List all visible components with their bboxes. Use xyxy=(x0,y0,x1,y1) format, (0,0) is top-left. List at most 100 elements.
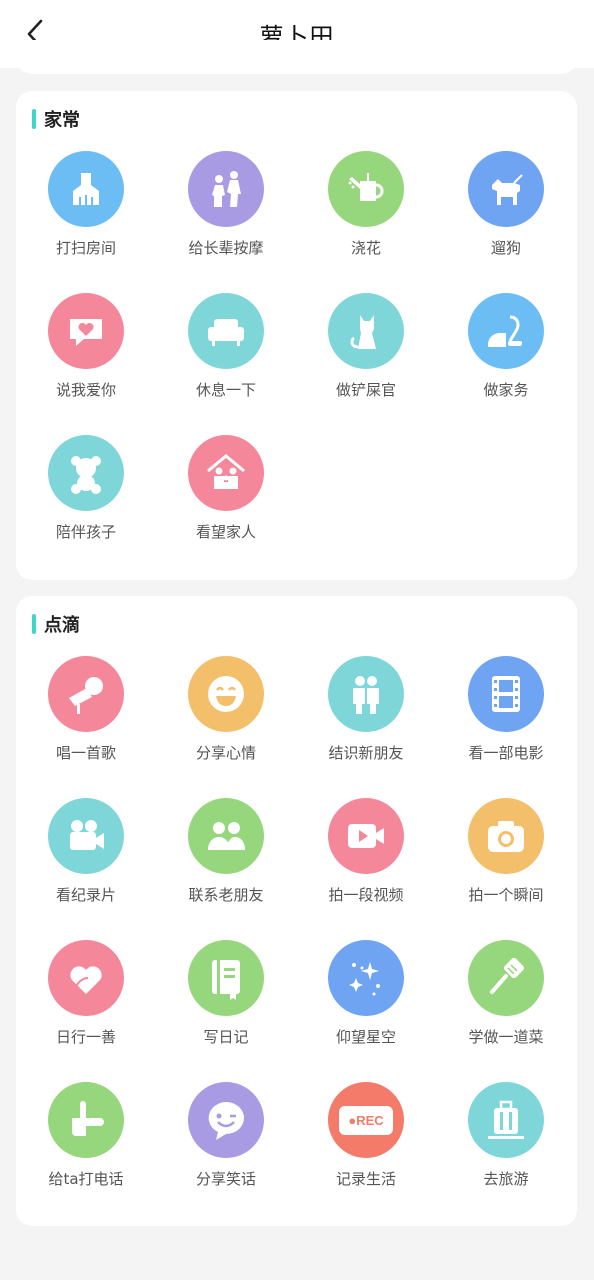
vacuum-icon xyxy=(488,315,522,347)
activity-icon-circle xyxy=(188,798,264,874)
activity-icon-circle xyxy=(468,1082,544,1158)
activity-label: 写日记 xyxy=(203,1028,249,1046)
section-accent-bar xyxy=(32,614,36,634)
activity-item[interactable]: 分享心情 xyxy=(156,656,296,798)
activity-icon-circle xyxy=(188,656,264,732)
activity-icon-circle xyxy=(48,435,124,511)
activity-icon-circle xyxy=(188,1082,264,1158)
activity-item[interactable]: 浇花 xyxy=(296,151,436,293)
activity-icon-circle xyxy=(48,293,124,369)
activity-icon-circle xyxy=(468,293,544,369)
watering-can-icon xyxy=(348,173,384,201)
activity-label: 仰望星空 xyxy=(335,1028,396,1046)
activity-item[interactable]: 拍一个瞬间 xyxy=(436,798,576,940)
activity-label: 分享心情 xyxy=(195,744,256,762)
activity-item[interactable]: ●REC 记录生活 xyxy=(296,1082,436,1224)
activity-label: 看望家人 xyxy=(195,523,256,541)
people-icon xyxy=(208,822,245,850)
activity-label: 去旅游 xyxy=(483,1170,529,1188)
activity-label: 日行一善 xyxy=(55,1028,116,1046)
section-title: 家常 xyxy=(32,107,80,131)
smile-icon xyxy=(208,676,244,712)
microphone-icon xyxy=(69,677,103,714)
activity-label: 看一部电影 xyxy=(468,744,544,762)
activity-label: 唱一首歌 xyxy=(55,744,116,762)
activity-item[interactable]: 打扫房间 xyxy=(16,151,156,293)
activity-label: 休息一下 xyxy=(195,381,256,399)
activity-item[interactable]: 唱一首歌 xyxy=(16,656,156,798)
section-title-text: 点滴 xyxy=(44,615,80,636)
activity-icon-circle xyxy=(468,940,544,1016)
activity-item[interactable]: 联系老朋友 xyxy=(156,798,296,940)
section-accent-bar xyxy=(32,109,36,129)
cat-icon xyxy=(350,315,376,349)
film-icon xyxy=(492,676,520,712)
section-title: 点滴 xyxy=(32,612,80,636)
activity-icon-circle: ●REC xyxy=(328,1082,404,1158)
activity-label: 给ta打电话 xyxy=(48,1170,124,1188)
activity-icon-circle xyxy=(468,656,544,732)
activity-grid: 打扫房间 给长辈按摩 浇花 遛狗说我爱你 休息一下 做铲屎官 做家务陪伴孩子 看望家人 xyxy=(16,151,577,577)
activity-item[interactable]: 给长辈按摩 xyxy=(156,151,296,293)
activity-item[interactable]: 学做一道菜 xyxy=(436,940,576,1082)
activity-icon-circle xyxy=(188,151,264,227)
teddy-bear-icon xyxy=(71,456,101,494)
activity-label: 打扫房间 xyxy=(55,239,116,257)
section-card-home: 家常 打扫房间 给长辈按摩 浇花 遛狗说我爱你 休息一下 做铲屎官 做家务陪伴孩子 看望家人 xyxy=(16,91,577,580)
activity-item[interactable]: 给ta打电话 xyxy=(16,1082,156,1224)
activity-item[interactable]: 写日记 xyxy=(156,940,296,1082)
activity-item[interactable]: 仰望星空 xyxy=(296,940,436,1082)
activity-label: 分享笑话 xyxy=(195,1170,256,1188)
activity-item[interactable]: 说我爱你 xyxy=(16,293,156,435)
activity-item[interactable]: 遛狗 xyxy=(436,151,576,293)
activity-item[interactable]: 去旅游 xyxy=(436,1082,576,1224)
activity-item[interactable]: 休息一下 xyxy=(156,293,296,435)
activity-icon-circle xyxy=(188,435,264,511)
activity-label: 记录生活 xyxy=(335,1170,396,1188)
activity-label: 结识新朋友 xyxy=(328,744,404,762)
activity-item[interactable]: 分享笑话 xyxy=(156,1082,296,1224)
stars-icon xyxy=(349,962,380,996)
activity-item[interactable]: 日行一善 xyxy=(16,940,156,1082)
heart-message-icon xyxy=(70,319,102,346)
activity-label: 遛狗 xyxy=(490,239,521,257)
activity-icon-circle xyxy=(328,798,404,874)
activity-label: 拍一个瞬间 xyxy=(468,886,544,904)
activity-icon-circle xyxy=(48,798,124,874)
activity-label: 拍一段视频 xyxy=(328,886,404,904)
dog-icon xyxy=(492,174,523,205)
broom-icon xyxy=(73,173,99,205)
activity-icon-circle xyxy=(48,940,124,1016)
activity-icon-circle xyxy=(328,151,404,227)
activity-icon-circle xyxy=(188,940,264,1016)
activity-icon-circle xyxy=(468,798,544,874)
camera-icon xyxy=(488,821,524,852)
activity-item[interactable]: 看一部电影 xyxy=(436,656,576,798)
friends-icon xyxy=(353,676,379,714)
activity-label: 学做一道菜 xyxy=(468,1028,544,1046)
activity-item[interactable]: 看望家人 xyxy=(156,435,296,577)
activity-label: 做铲屎官 xyxy=(335,381,396,399)
activity-label: 陪伴孩子 xyxy=(55,523,116,541)
activity-item[interactable]: 看纪录片 xyxy=(16,798,156,940)
massage-icon xyxy=(212,171,241,207)
activity-icon-circle xyxy=(48,656,124,732)
activity-item[interactable]: 做铲屎官 xyxy=(296,293,436,435)
activity-item[interactable]: 做家务 xyxy=(436,293,576,435)
activity-grid: 唱一首歌 分享心情 结识新朋友 看一部电影看纪录片 联系老朋友 拍一段视频 拍一个瞬间日行一… xyxy=(16,656,577,1224)
activity-icon-circle xyxy=(468,151,544,227)
section-title-text: 家常 xyxy=(44,110,80,131)
activity-icon-circle xyxy=(328,656,404,732)
activity-icon-circle xyxy=(188,293,264,369)
family-house-icon xyxy=(207,454,245,489)
activity-item[interactable]: 结识新朋友 xyxy=(296,656,436,798)
wink-chat-icon xyxy=(208,1102,244,1140)
phone-hand-icon xyxy=(72,1101,104,1136)
rec-badge-text: ●REC xyxy=(348,1112,384,1128)
video-play-icon xyxy=(348,824,384,848)
activity-item[interactable]: 陪伴孩子 xyxy=(16,435,156,577)
luggage-icon xyxy=(488,1100,524,1139)
previous-card-edge xyxy=(16,40,577,74)
activity-label: 做家务 xyxy=(483,381,529,399)
activity-item[interactable]: 拍一段视频 xyxy=(296,798,436,940)
